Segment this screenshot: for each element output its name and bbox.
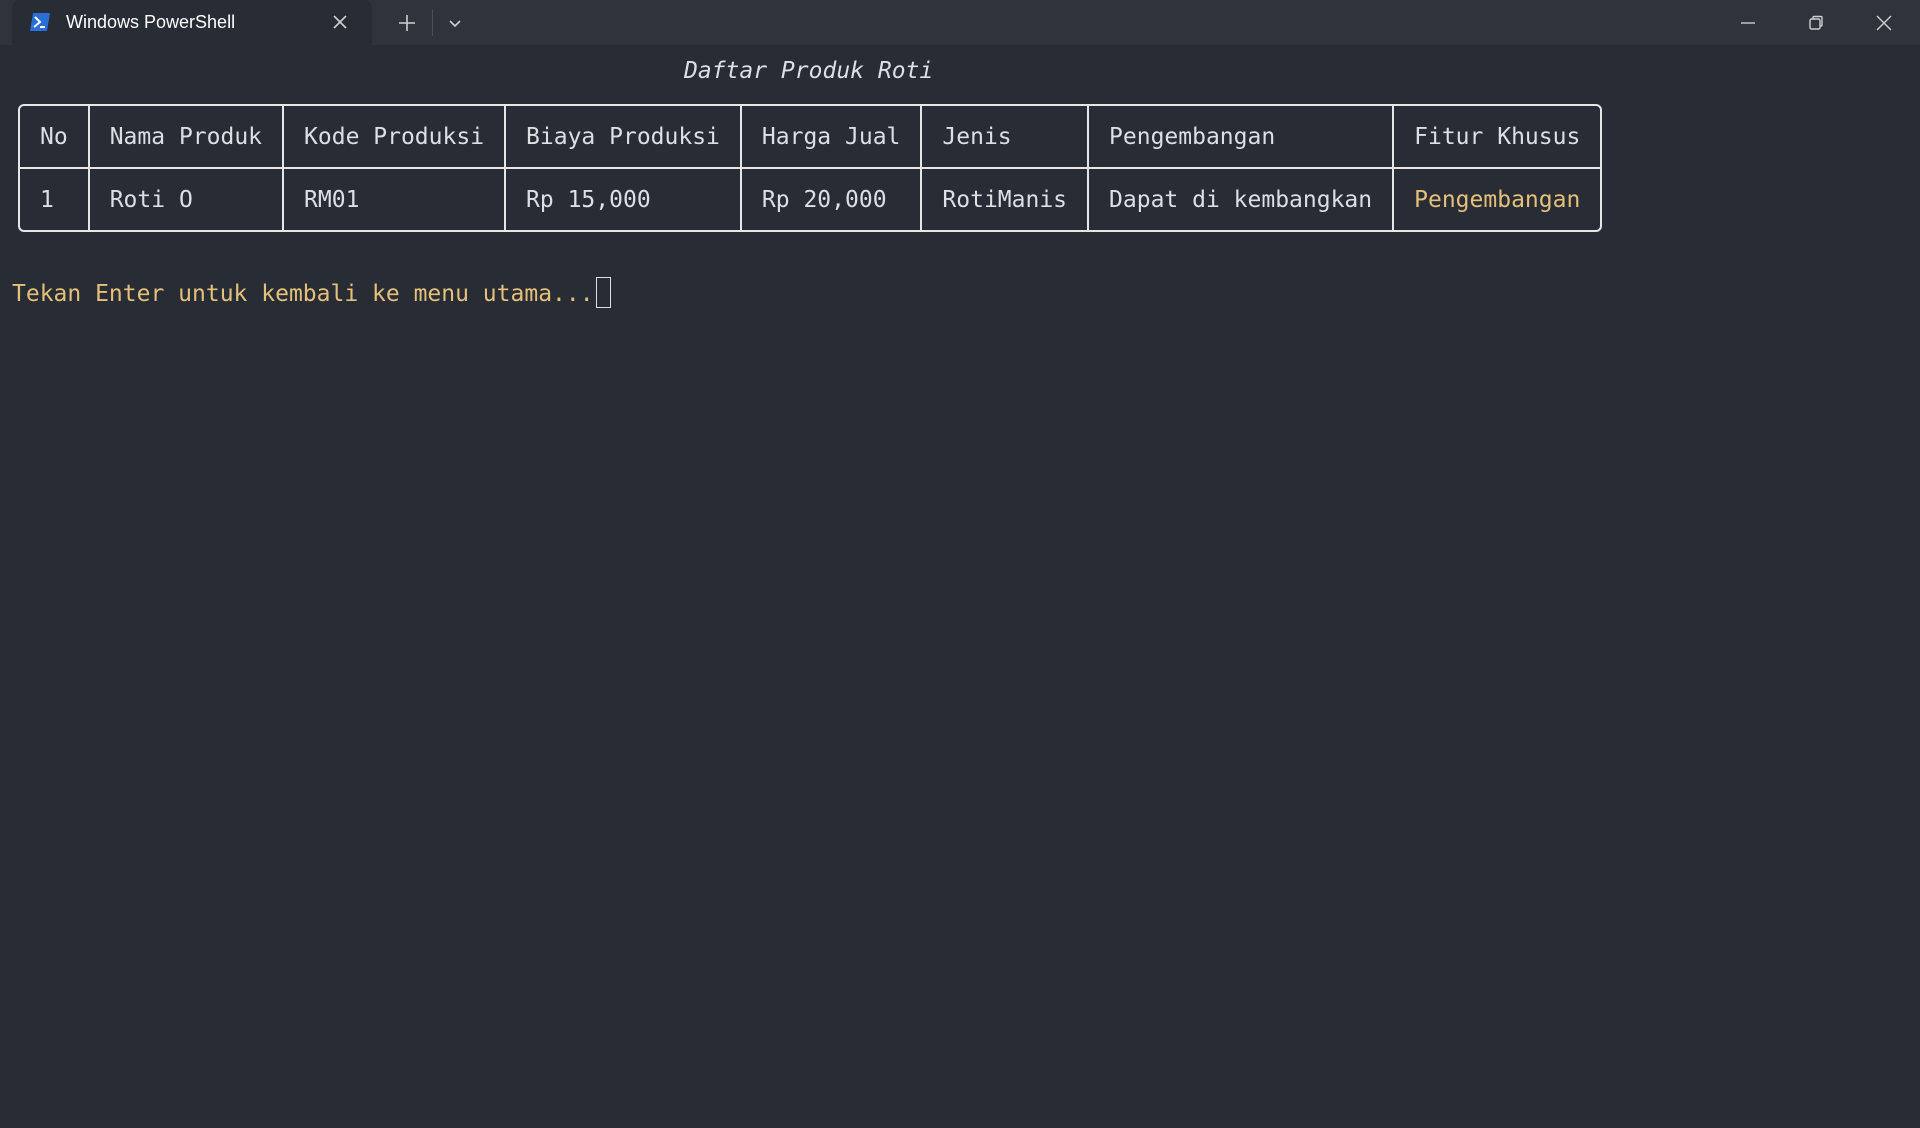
chevron-down-icon[interactable]	[442, 10, 468, 36]
restore-button[interactable]	[1782, 0, 1850, 45]
header-cell: Fitur Khusus	[1392, 106, 1601, 169]
close-tab-icon[interactable]	[330, 12, 350, 32]
table-cell: RotiManis	[920, 167, 1090, 230]
table-cell-highlight: Pengembangan	[1392, 167, 1601, 230]
product-table: No Nama Produk Kode Produksi Biaya Produ…	[18, 104, 1603, 232]
table-cell: Rp 15,000	[504, 167, 742, 230]
new-tab-plus-icon[interactable]	[394, 10, 420, 36]
tab-title: Windows PowerShell	[66, 12, 236, 32]
table-row: 1 Roti O RM01 Rp 15,000 Rp 20,000 RotiMa…	[20, 167, 1601, 230]
table-header-row: No Nama Produk Kode Produksi Biaya Produ…	[20, 106, 1601, 169]
minimize-button[interactable]	[1714, 0, 1782, 45]
title-bar: Windows PowerShell	[0, 0, 1920, 45]
table-cell: 1	[20, 167, 90, 230]
terminal-prompt-line[interactable]: Tekan Enter untuk kembali ke menu utama.…	[12, 277, 611, 308]
header-cell: Nama Produk	[87, 106, 285, 169]
header-cell: Biaya Produksi	[504, 106, 742, 169]
header-cell: Jenis	[920, 106, 1090, 169]
powershell-icon	[29, 12, 51, 32]
table-title: Daftar Produk Roti	[684, 58, 934, 84]
tab-windows-powershell[interactable]: Windows PowerShell	[12, 0, 372, 45]
table-cell: Roti O	[87, 167, 285, 230]
minimize-icon	[1741, 22, 1755, 24]
header-cell: No	[20, 106, 90, 169]
table-cell: RM01	[282, 167, 507, 230]
prompt-text: Tekan Enter untuk kembali ke menu utama.…	[12, 281, 594, 307]
header-cell: Pengembangan	[1087, 106, 1395, 169]
header-cell: Kode Produksi	[282, 106, 507, 169]
close-window-button[interactable]	[1850, 0, 1918, 45]
tab-separator	[432, 10, 433, 36]
table-cell: Dapat di kembangkan	[1087, 167, 1395, 230]
close-icon	[1876, 15, 1892, 31]
table-cell: Rp 20,000	[739, 167, 923, 230]
restore-icon	[1809, 15, 1823, 30]
header-cell: Harga Jual	[739, 106, 923, 169]
text-cursor	[595, 277, 611, 308]
